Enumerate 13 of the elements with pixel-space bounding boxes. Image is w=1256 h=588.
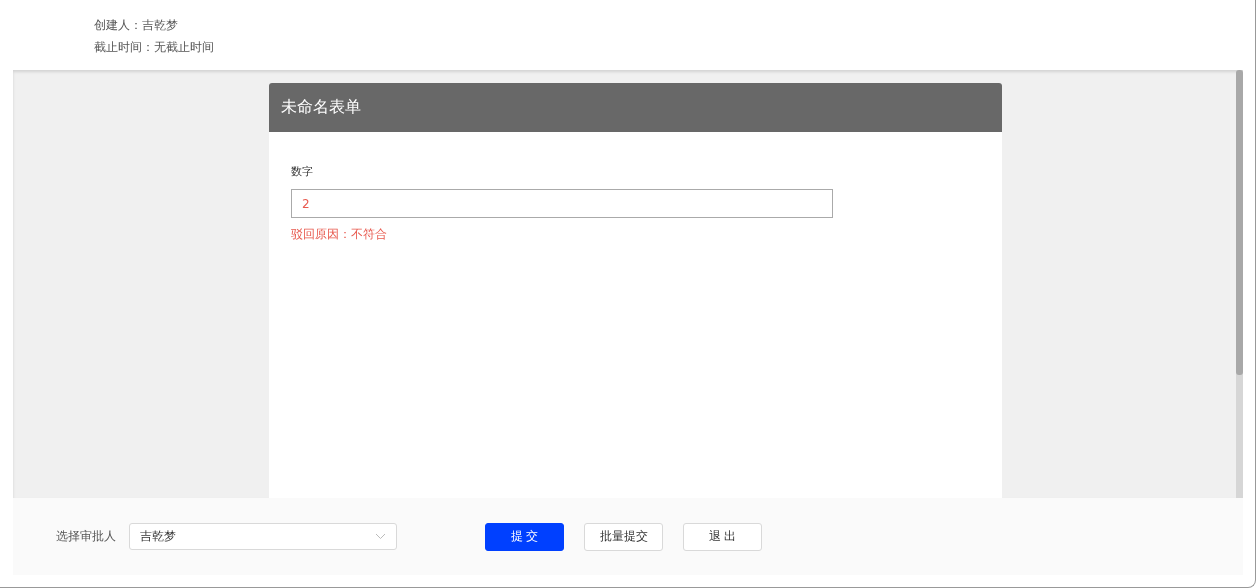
info-text: 创建人：吉乾梦 <box>94 18 179 32</box>
field-label: 数字 <box>291 164 314 179</box>
action-button[interactable]: 提 交 <box>485 522 564 551</box>
approver-select[interactable]: 吉乾梦 <box>129 523 397 550</box>
action-button[interactable]: 退 出 <box>683 522 762 551</box>
approver-label: 选择审批人 <box>56 528 116 545</box>
action-button[interactable]: 批量提交 <box>584 522 663 551</box>
scrollbar-thumb[interactable] <box>1236 70 1243 375</box>
input-field[interactable]: 2 <box>291 189 833 218</box>
chevron-down-icon <box>375 533 386 540</box>
info-text: 截止时间：无截止时间 <box>94 40 215 54</box>
reject-reason: 驳回原因：不符合 <box>291 226 388 243</box>
form-title: 未命名表单 <box>269 83 1002 132</box>
